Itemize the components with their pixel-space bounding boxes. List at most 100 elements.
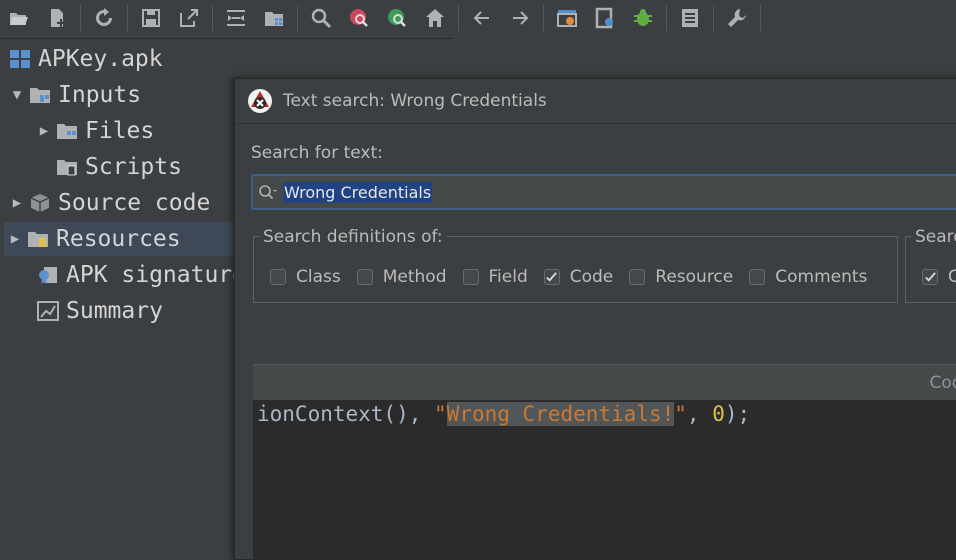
tree-item-source-code[interactable]: ▶ Source code (6, 186, 211, 220)
checkbox-box[interactable] (356, 269, 373, 285)
project-folder-icon[interactable] (261, 5, 287, 31)
toolbar-separator (713, 5, 714, 31)
folder-resource-icon (26, 228, 50, 250)
tree-item-label: Inputs (58, 82, 142, 108)
dialog-title: Text search: Wrong Credentials (283, 91, 547, 111)
home-icon[interactable] (422, 5, 448, 31)
checkbox-label: Class (296, 267, 341, 287)
code-checkbox[interactable]: Code (543, 267, 614, 287)
tree-item-inputs[interactable]: ▼ Inputs (6, 78, 141, 112)
code-quote-open: " (434, 402, 447, 426)
tree-root-label: APKey.apk (38, 46, 163, 72)
tree-item-scripts[interactable]: Scripts (55, 150, 182, 184)
expand-arrow-icon[interactable]: ▼ (6, 87, 28, 103)
checkbox-box[interactable] (462, 269, 479, 285)
tree-item-apk-signature[interactable]: APK signature (36, 258, 246, 292)
search-usage-icon[interactable] (346, 5, 372, 31)
code-suffix: ); (724, 402, 751, 426)
tree-item-label: APK signature (66, 262, 247, 288)
tree-root-apk[interactable]: APKey.apk (8, 42, 163, 76)
text-search-dialog: Text search: Wrong Credentials Search fo… (234, 78, 956, 560)
forward-arrow-icon[interactable] (507, 5, 533, 31)
search-definitions-title: Search definitions of: (260, 227, 446, 247)
checkmark-icon (546, 271, 558, 282)
reload-icon[interactable] (91, 5, 117, 31)
search-for-text-label: Search for text: (251, 143, 383, 163)
folder-script-icon (55, 156, 79, 178)
checkbox-box[interactable] (629, 269, 646, 285)
code-quote-close: " (674, 402, 687, 426)
folder-icon (28, 84, 52, 106)
results-table-header: Code (253, 364, 956, 400)
tree-item-label: Files (85, 118, 155, 144)
checkbox-box[interactable] (270, 269, 286, 285)
checkbox-label: C (948, 267, 956, 287)
log-viewer-icon[interactable] (677, 5, 703, 31)
preferences-wrench-icon[interactable] (724, 5, 750, 31)
tree-item-summary[interactable]: Summary (36, 294, 163, 328)
tree-item-label: Source code (58, 190, 211, 216)
toolbar-separator (212, 5, 213, 31)
certificate-icon (36, 264, 60, 286)
checkbox-label: Method (382, 267, 447, 287)
search-dropdown-icon[interactable] (253, 183, 283, 201)
search-options-group: Searc C (905, 227, 956, 303)
checkbox-box-checked[interactable] (922, 269, 938, 285)
collapse-arrow-icon[interactable]: ▶ (6, 195, 28, 211)
checkbox-label: Resource (655, 267, 734, 287)
toolbar-separator (666, 5, 667, 31)
tree-item-files[interactable]: ▶ Files (33, 114, 154, 148)
column-header-code[interactable]: Code (929, 373, 956, 393)
checkbox-box[interactable] (749, 269, 766, 285)
toolbar-separator (458, 5, 459, 31)
search-field[interactable]: Wrong Credentials (251, 174, 956, 210)
tree-item-resources[interactable]: ▶ Resources (4, 222, 236, 256)
debug-bug-icon[interactable] (630, 5, 656, 31)
bookmark-icon[interactable] (592, 5, 618, 31)
tree-item-label: Resources (56, 226, 181, 252)
class-checkbox[interactable]: Class (270, 267, 341, 287)
package-box-icon (28, 192, 52, 214)
checkbox-label: Comments (775, 267, 868, 287)
result-code-line[interactable]: ionContext(), "Wrong Credentials!", 0); (257, 402, 750, 426)
search-icon[interactable] (308, 5, 334, 31)
search-options: C (922, 267, 956, 287)
main-toolbar (0, 0, 956, 36)
field-checkbox[interactable]: Field (462, 267, 528, 287)
search-definitions-group: Search definitions of: Class Method Fiel… (253, 227, 898, 303)
code-number: 0 (712, 402, 725, 426)
toolbar-separator (297, 5, 298, 31)
checkbox-label: Field (488, 267, 528, 287)
toolbar-separator (760, 5, 761, 31)
dialog-body: Search for text: Wrong Credentials Searc… (235, 123, 956, 559)
comments-checkbox[interactable]: Comments (749, 267, 867, 287)
back-arrow-icon[interactable] (469, 5, 495, 31)
checkbox-box-checked[interactable] (543, 269, 560, 285)
code-separator: , (686, 402, 713, 426)
search-option-checkbox[interactable]: C (922, 267, 956, 287)
tree-item-label: Summary (66, 298, 163, 324)
results-list[interactable]: ionContext(), "Wrong Credentials!", 0); (253, 400, 956, 559)
sync-tree-icon[interactable] (223, 5, 249, 31)
resource-checkbox[interactable]: Resource (629, 267, 733, 287)
jadx-logo-icon (248, 89, 272, 113)
apk-grid-icon (8, 48, 32, 70)
method-checkbox[interactable]: Method (356, 267, 447, 287)
export-icon[interactable] (176, 5, 202, 31)
checkbox-label: Code (569, 267, 614, 287)
code-match-highlight: Wrong Credentials! (446, 402, 675, 426)
collapse-arrow-icon[interactable]: ▶ (4, 231, 26, 247)
toolbar-separator (80, 5, 81, 31)
find-usage-icon[interactable] (384, 5, 410, 31)
toolbar-separator (543, 5, 544, 31)
decompile-settings-icon[interactable] (554, 5, 580, 31)
open-file-icon[interactable] (6, 5, 32, 31)
dialog-title-bar[interactable]: Text search: Wrong Credentials (235, 79, 956, 123)
folder-icon (55, 120, 79, 142)
search-input[interactable]: Wrong Credentials (283, 181, 433, 203)
definitions-options: Class Method Field Code Resource Comment… (270, 267, 883, 287)
save-icon[interactable] (138, 5, 164, 31)
code-prefix: ionContext(), (257, 402, 435, 426)
collapse-arrow-icon[interactable]: ▶ (33, 123, 55, 139)
add-files-icon[interactable] (44, 5, 70, 31)
